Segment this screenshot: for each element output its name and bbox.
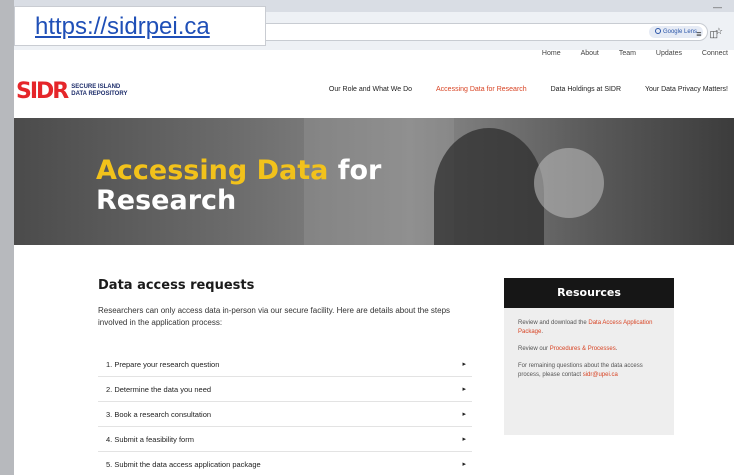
section-intro: Researchers can only access data in-pers… — [98, 306, 451, 327]
resources-heading: Resources — [504, 278, 674, 308]
resource-item-1: Review and download the Data Access Appl… — [518, 319, 660, 337]
logo-mark: SIDR — [16, 78, 69, 104]
logo-text: SECURE ISLAND DATA REPOSITORY — [71, 84, 127, 98]
address-bar[interactable]: Google Lens ☆ — [244, 23, 723, 41]
lens-icon — [654, 28, 661, 35]
nav-our-role[interactable]: Our Role and What We Do — [329, 86, 412, 93]
hero-title: Accessing Data for Research — [96, 156, 381, 216]
url-callout[interactable]: https://sidrpei.ca — [14, 6, 266, 46]
lens-label: Google Lens — [662, 29, 697, 35]
step-label: 3. Book a research consultation — [106, 409, 212, 419]
hero-photo-figure — [434, 128, 544, 245]
resource-item-2: Review our Procedures & Processes. — [518, 345, 660, 354]
step-label: 1. Prepare your research question — [106, 359, 220, 369]
topnav-connect[interactable]: Connect — [702, 50, 728, 57]
topnav-team[interactable]: Team — [619, 50, 636, 57]
caret-right-icon: ▸ — [462, 361, 466, 368]
procedures-link[interactable]: Procedures & Processes — [550, 346, 616, 352]
step-label: 5. Submit the data access application pa… — [106, 459, 261, 469]
main-navigation: Our Role and What We Do Accessing Data f… — [307, 86, 728, 93]
resource-text: Review our — [518, 346, 550, 352]
steps-list: 1. Prepare your research question ▸ 2. De… — [98, 352, 472, 475]
caret-right-icon: ▸ — [462, 386, 466, 393]
sidr-logo[interactable]: SIDR SECURE ISLAND DATA REPOSITORY — [16, 78, 127, 104]
top-navigation: Home About Team Updates Connect — [524, 50, 728, 57]
resource-text: For remaining questions about the data a… — [518, 363, 643, 378]
hero-title-rest: for — [328, 155, 382, 186]
caret-right-icon: ▸ — [462, 461, 466, 468]
nav-accessing-data[interactable]: Accessing Data for Research — [436, 86, 527, 93]
caret-right-icon: ▸ — [462, 436, 466, 443]
contact-email-link[interactable]: sidr@upei.ca — [583, 372, 618, 378]
step-label: 4. Submit a feasibility form — [106, 434, 194, 444]
site-header: SIDR SECURE ISLAND DATA REPOSITORY Our R… — [14, 64, 734, 118]
resource-text: . — [615, 346, 618, 352]
resources-panel: Review and download the Data Access Appl… — [504, 308, 674, 435]
extensions-icon[interactable]: ◫ — [709, 29, 726, 39]
toolbar-icons: ≡◫ — [696, 29, 726, 40]
resource-text: Review and download the — [518, 320, 589, 326]
section-title: Data access requests — [98, 278, 255, 293]
menu-icon[interactable]: ≡ — [696, 29, 709, 39]
step-item[interactable]: 5. Submit the data access application pa… — [98, 452, 472, 475]
logo-line2: DATA REPOSITORY — [71, 91, 128, 97]
caret-right-icon: ▸ — [462, 411, 466, 418]
hero-title-highlight: Accessing Data — [96, 155, 329, 186]
nav-data-holdings[interactable]: Data Holdings at SIDR — [551, 86, 621, 93]
logo-line1: SECURE ISLAND — [71, 84, 121, 90]
topnav-home[interactable]: Home — [542, 50, 561, 57]
resource-item-3: For remaining questions about the data a… — [518, 362, 660, 380]
minimize-icon[interactable]: — — [713, 2, 722, 12]
step-item[interactable]: 4. Submit a feasibility form ▸ — [98, 427, 472, 452]
topnav-updates[interactable]: Updates — [656, 50, 682, 57]
google-lens-button[interactable]: Google Lens — [648, 26, 703, 38]
nav-data-privacy[interactable]: Your Data Privacy Matters! — [645, 86, 728, 93]
step-label: 2. Determine the data you need — [106, 384, 212, 394]
hero-title-line2: Research — [96, 185, 237, 216]
step-item[interactable]: 3. Book a research consultation ▸ — [98, 402, 472, 427]
resource-text: . — [541, 329, 544, 335]
browser-window: — Google Lens ☆ ≡◫ Home About Team Updat… — [14, 0, 734, 475]
step-item[interactable]: 1. Prepare your research question ▸ — [98, 352, 472, 377]
hero-photo-figure-2 — [534, 148, 604, 218]
step-item[interactable]: 2. Determine the data you need ▸ — [98, 377, 472, 402]
topnav-about[interactable]: About — [581, 50, 599, 57]
hero-banner: Accessing Data for Research — [14, 118, 734, 245]
